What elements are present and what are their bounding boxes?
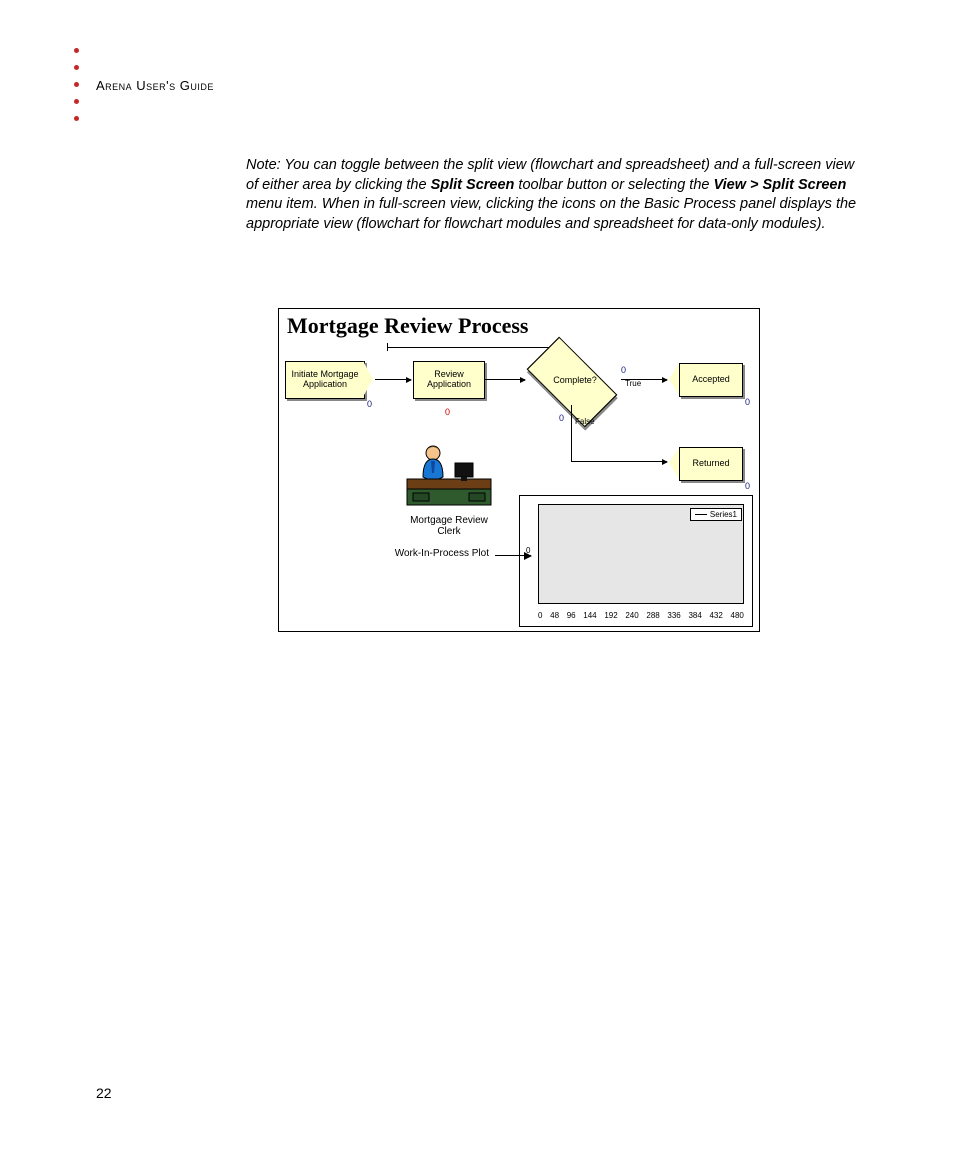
branch-label-false: False	[575, 417, 595, 426]
module-initiate: Initiate Mortgage Application	[285, 361, 365, 399]
note-text: menu item. When in full-screen view, cli…	[246, 196, 856, 232]
branch-label-true: True	[625, 379, 641, 388]
plot-x-tick: 192	[604, 611, 617, 620]
counter-decision-false: 0	[559, 413, 564, 423]
note-paragraph: Note: You can toggle between the split v…	[246, 156, 858, 234]
counter-accepted: 0	[745, 397, 750, 407]
clerk-caption: Mortgage Review Clerk	[399, 515, 499, 537]
module-label: Accepted	[692, 375, 730, 385]
clerk-illustration-icon	[399, 429, 499, 509]
arrow-icon	[571, 461, 667, 462]
bullet-icon	[74, 99, 79, 104]
module-label: Returned	[692, 459, 729, 469]
plot-x-ticks: 0 48 96 144 192 240 288 336 384 432 480	[538, 611, 744, 620]
counter-initiate: 0	[367, 399, 372, 409]
plot-x-tick: 384	[688, 611, 701, 620]
plot-x-tick: 48	[550, 611, 559, 620]
plot-legend: Series1	[690, 508, 742, 521]
arrow-icon	[485, 379, 525, 380]
module-review: Review Application	[413, 361, 485, 399]
legend-line-icon	[695, 514, 707, 515]
module-returned-tip	[669, 447, 679, 479]
margin-bullets	[74, 48, 79, 133]
arrow-icon	[375, 379, 411, 380]
legend-label: Series1	[710, 510, 737, 519]
module-returned: Returned	[679, 447, 743, 481]
module-label: Initiate Mortgage Application	[286, 370, 364, 390]
counter-decision-true: 0	[621, 365, 626, 375]
bullet-icon	[74, 48, 79, 53]
connector-tick	[387, 343, 388, 351]
plot-x-tick: 288	[646, 611, 659, 620]
arrow-icon	[621, 379, 667, 380]
figure-title: Mortgage Review Process	[287, 313, 529, 339]
plot-x-tick: 336	[667, 611, 680, 620]
wip-caption: Work-In-Process Plot	[369, 548, 489, 559]
note-bold-view-menu: View > Split Screen	[714, 177, 847, 193]
plot-x-tick: 144	[583, 611, 596, 620]
page: Arena User's Guide Note: You can toggle …	[0, 0, 954, 1163]
decision-label: Complete?	[535, 375, 615, 385]
plot-x-tick: 480	[731, 611, 744, 620]
plot-x-tick: 432	[709, 611, 722, 620]
counter-review: 0	[445, 407, 450, 417]
module-label: Review Application	[414, 370, 484, 390]
connector-line	[387, 347, 559, 348]
module-accepted: Accepted	[679, 363, 743, 397]
plot-x-tick: 96	[567, 611, 576, 620]
plot-x-tick: 0	[538, 611, 542, 620]
counter-returned: 0	[745, 481, 750, 491]
plot-y-tick: 0	[526, 546, 530, 555]
wip-plot: 0 Series1 0 48 96 144 192 240 288 336 38…	[519, 495, 753, 627]
bullet-icon	[74, 116, 79, 121]
figure-mortgage-review: Mortgage Review Process Initiate Mortgag…	[278, 308, 760, 632]
bullet-icon	[74, 65, 79, 70]
note-bold-split-screen: Split Screen	[431, 177, 515, 193]
page-number: 22	[96, 1085, 112, 1101]
running-header: Arena User's Guide	[96, 78, 214, 93]
note-text: toolbar button or selecting the	[518, 177, 713, 193]
bullet-icon	[74, 82, 79, 87]
module-accepted-tip	[669, 363, 679, 395]
connector-line	[571, 405, 572, 461]
module-initiate-tip	[363, 361, 373, 397]
plot-x-tick: 240	[625, 611, 638, 620]
